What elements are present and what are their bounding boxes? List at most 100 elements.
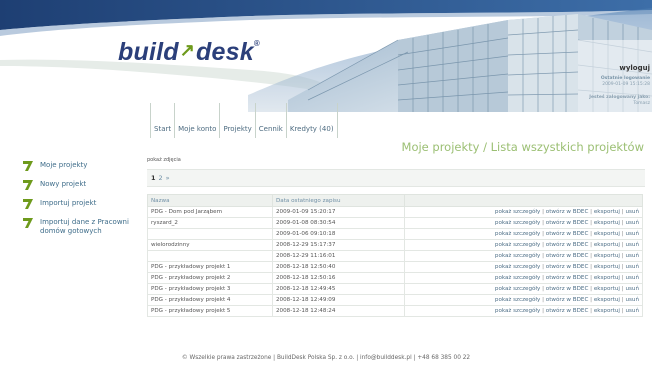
projects-table: Nazwa Data ostatniego zapisu PDG - Dom p… xyxy=(147,194,643,317)
project-date-cell: 2008-12-18 12:49:45 xyxy=(272,283,405,295)
table-row: 2008-12-29 11:16:01 pokaż szczegóły | otw… xyxy=(147,250,643,262)
delete-link[interactable]: usuń xyxy=(625,220,639,226)
sidebar-item-moje-projekty[interactable]: Moje projekty xyxy=(22,160,152,172)
project-date-cell: 2009-01-09 15:20:17 xyxy=(272,206,405,218)
project-name-cell[interactable]: PDG - przykładowy projekt 3 xyxy=(147,283,273,295)
project-actions-cell: pokaż szczegóły | otwórz w BDEC | ekspor… xyxy=(404,206,643,218)
project-actions-cell: pokaż szczegóły | otwórz w BDEC | ekspor… xyxy=(404,294,643,306)
nav-cennik[interactable]: Cennik xyxy=(256,103,287,138)
logout-link[interactable]: wyloguj xyxy=(619,64,650,72)
page-current: 1 xyxy=(151,174,156,182)
nav-start[interactable]: Start xyxy=(150,103,176,138)
project-actions-cell: pokaż szczegóły | otwórz w BDEC | ekspor… xyxy=(404,217,643,229)
table-row: PDG - Dom pod Jarząbem 2009-01-09 15:20:1… xyxy=(147,206,643,218)
green-arrow-icon xyxy=(23,180,33,190)
export-link[interactable]: eksportuj xyxy=(594,209,620,215)
sidebar-item-label: Importuj dane z Pracowni domów gotowych xyxy=(40,218,129,235)
export-link[interactable]: eksportuj xyxy=(594,264,620,270)
sidebar: Moje projekty Nowy projekt Importuj proj… xyxy=(22,160,152,243)
show-details-link[interactable]: pokaż szczegóły xyxy=(495,220,540,226)
project-date-cell: 2009-01-06 09:10:18 xyxy=(272,228,405,240)
show-details-link[interactable]: pokaż szczegóły xyxy=(495,253,540,259)
open-in-bdec-link[interactable]: otwórz w BDEC xyxy=(546,209,589,215)
project-name-cell[interactable]: PDG - przykładowy projekt 1 xyxy=(147,261,273,273)
sidebar-item-nowy-projekt[interactable]: Nowy projekt xyxy=(22,179,152,191)
show-details-link[interactable]: pokaż szczegóły xyxy=(495,275,540,281)
project-actions-cell: pokaż szczegóły | otwórz w BDEC | ekspor… xyxy=(404,305,643,317)
table-row: wielorodzinny 2008-12-29 15:17:37 pokaż sz… xyxy=(147,239,643,251)
logged-as-info: Jesteś zalogowany jako: Tomasz xyxy=(589,95,650,106)
green-arrow-icon xyxy=(23,199,33,209)
open-in-bdec-link[interactable]: otwórz w BDEC xyxy=(546,264,589,270)
table-row: PDG - przykładowy projekt 5 2008-12-18 12… xyxy=(147,305,643,317)
open-in-bdec-link[interactable]: otwórz w BDEC xyxy=(546,308,589,314)
project-name-cell[interactable]: ryszard_2 xyxy=(147,217,273,229)
show-details-link[interactable]: pokaż szczegóły xyxy=(495,242,540,248)
page-next-icon[interactable]: » xyxy=(166,174,170,182)
open-in-bdec-link[interactable]: otwórz w BDEC xyxy=(546,242,589,248)
show-details-link[interactable]: pokaż szczegóły xyxy=(495,264,540,270)
sidebar-item-importuj-dane[interactable]: Importuj dane z Pracowni domów gotowych xyxy=(22,217,152,236)
project-name-cell[interactable]: wielorodzinny xyxy=(147,239,273,251)
open-in-bdec-link[interactable]: otwórz w BDEC xyxy=(546,253,589,259)
header: build↗desk® wyloguj Ostatnie logowanie 2… xyxy=(0,0,652,155)
project-name-cell[interactable]: PDG - przykładowy projekt 4 xyxy=(147,294,273,306)
export-link[interactable]: eksportuj xyxy=(594,297,620,303)
delete-link[interactable]: usuń xyxy=(625,286,639,292)
brand-logo[interactable]: build↗desk® xyxy=(118,38,260,67)
delete-link[interactable]: usuń xyxy=(625,242,639,248)
export-link[interactable]: eksportuj xyxy=(594,242,620,248)
show-details-link[interactable]: pokaż szczegóły xyxy=(495,308,540,314)
delete-link[interactable]: usuń xyxy=(625,264,639,270)
sidebar-item-importuj-projekt[interactable]: Importuj projekt xyxy=(22,198,152,210)
nav-projekty[interactable]: Projekty xyxy=(220,103,256,138)
open-in-bdec-link[interactable]: otwórz w BDEC xyxy=(546,220,589,226)
delete-link[interactable]: usuń xyxy=(625,297,639,303)
table-row: PDG - przykładowy projekt 2 2008-12-18 12… xyxy=(147,272,643,284)
show-details-link[interactable]: pokaż szczegóły xyxy=(495,209,540,215)
main-nav: Start Moje konto Projekty Cennik Kredyty… xyxy=(150,98,338,138)
project-name-cell[interactable]: PDG - przykładowy projekt 2 xyxy=(147,272,273,284)
delete-link[interactable]: usuń xyxy=(625,209,639,215)
open-in-bdec-link[interactable]: otwórz w BDEC xyxy=(546,297,589,303)
last-login-info: Ostatnie logowanie 2009-01-09 15:15:28 xyxy=(600,76,650,87)
project-name-cell[interactable]: PDG - przykładowy projekt 5 xyxy=(147,305,273,317)
column-header-date[interactable]: Data ostatniego zapisu xyxy=(272,194,405,207)
main-content: pokaż zdjęcia 1 2 » Nazwa Data ostatnieg… xyxy=(147,157,645,317)
show-details-link[interactable]: pokaż szczegóły xyxy=(495,297,540,303)
show-photos-link[interactable]: pokaż zdjęcia xyxy=(147,157,645,163)
nav-moje-konto[interactable]: Moje konto xyxy=(175,103,221,138)
table-row: 2009-01-06 09:10:18 pokaż szczegóły | otw… xyxy=(147,228,643,240)
open-in-bdec-link[interactable]: otwórz w BDEC xyxy=(546,275,589,281)
show-details-link[interactable]: pokaż szczegóły xyxy=(495,286,540,292)
project-name-cell[interactable] xyxy=(147,250,273,262)
project-actions-cell: pokaż szczegóły | otwórz w BDEC | ekspor… xyxy=(404,272,643,284)
project-actions-cell: pokaż szczegóły | otwórz w BDEC | ekspor… xyxy=(404,250,643,262)
export-link[interactable]: eksportuj xyxy=(594,253,620,259)
page-link[interactable]: 2 xyxy=(159,174,163,182)
export-link[interactable]: eksportuj xyxy=(594,308,620,314)
nav-kredyty[interactable]: Kredyty (40) xyxy=(287,103,338,138)
delete-link[interactable]: usuń xyxy=(625,275,639,281)
project-date-cell: 2008-12-18 12:48:24 xyxy=(272,305,405,317)
export-link[interactable]: eksportuj xyxy=(594,231,620,237)
project-name-cell[interactable]: PDG - Dom pod Jarząbem xyxy=(147,206,273,218)
project-name-cell[interactable] xyxy=(147,228,273,240)
project-actions-cell: pokaż szczegóły | otwórz w BDEC | ekspor… xyxy=(404,283,643,295)
export-link[interactable]: eksportuj xyxy=(594,286,620,292)
delete-link[interactable]: usuń xyxy=(625,308,639,314)
sidebar-item-label: Moje projekty xyxy=(40,161,88,169)
green-arrow-icon xyxy=(23,161,33,171)
column-header-name[interactable]: Nazwa xyxy=(147,194,273,207)
export-link[interactable]: eksportuj xyxy=(594,275,620,281)
open-in-bdec-link[interactable]: otwórz w BDEC xyxy=(546,286,589,292)
open-in-bdec-link[interactable]: otwórz w BDEC xyxy=(546,231,589,237)
page-title: Moje projekty / Lista wszystkich projekt… xyxy=(401,140,644,154)
delete-link[interactable]: usuń xyxy=(625,231,639,237)
export-link[interactable]: eksportuj xyxy=(594,220,620,226)
table-header-row: Nazwa Data ostatniego zapisu xyxy=(147,194,643,207)
footer: © Wszelkie prawa zastrzeżone | BuildDesk… xyxy=(181,355,471,361)
delete-link[interactable]: usuń xyxy=(625,253,639,259)
logo-tick-icon: ↗ xyxy=(179,40,196,60)
show-details-link[interactable]: pokaż szczegóły xyxy=(495,231,540,237)
